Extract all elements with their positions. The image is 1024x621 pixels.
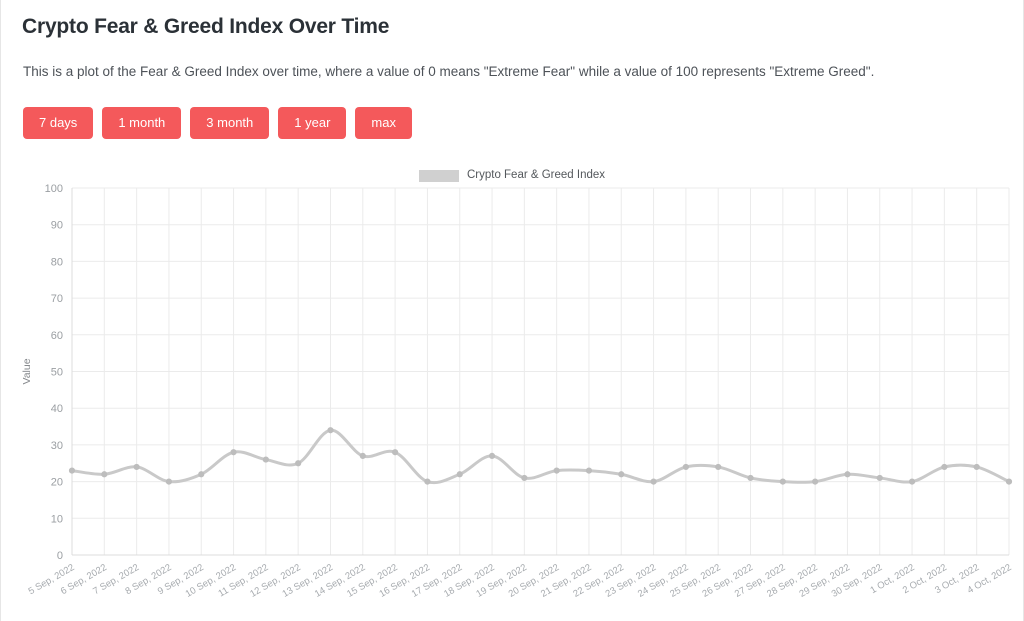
y-axis-tick-label: 0 xyxy=(57,550,63,562)
range-button-3-month[interactable]: 3 month xyxy=(190,107,270,139)
data-point-marker[interactable] xyxy=(876,474,883,482)
data-point-marker[interactable] xyxy=(327,427,334,434)
line-chart-svg[interactable]: 01020304050607080901005 Sep, 20226 Sep, … xyxy=(0,160,1024,621)
data-point-marker[interactable] xyxy=(973,463,980,471)
range-button-max[interactable]: max xyxy=(355,107,412,139)
data-point-marker[interactable] xyxy=(68,467,76,474)
data-point-marker[interactable] xyxy=(488,452,496,460)
y-axis-tick-label: 40 xyxy=(51,403,63,415)
series-line xyxy=(70,428,1011,485)
data-point-marker[interactable] xyxy=(650,478,657,485)
y-axis-tick-label: 100 xyxy=(45,183,63,195)
data-point-marker[interactable] xyxy=(359,452,366,460)
y-axis-tick-label: 20 xyxy=(51,477,63,489)
data-point-marker[interactable] xyxy=(844,471,851,478)
fear-greed-page: Crypto Fear & Greed Index Over Time This… xyxy=(0,0,1024,621)
data-point-marker[interactable] xyxy=(1005,478,1013,485)
y-axis-tick-label: 30 xyxy=(51,440,63,452)
data-point-marker[interactable] xyxy=(585,467,593,474)
data-point-marker[interactable] xyxy=(812,478,819,485)
data-point-marker[interactable] xyxy=(101,471,108,478)
y-axis-tick-label: 80 xyxy=(51,256,63,268)
chart-container: Crypto Fear & Greed Index 0 10 20 30 40 50 60 7… xyxy=(0,160,1024,621)
y-axis-tick-label: 90 xyxy=(51,220,63,232)
data-point-marker[interactable] xyxy=(424,478,431,485)
range-button-1-year[interactable]: 1 year xyxy=(278,107,347,139)
data-point-marker[interactable] xyxy=(941,463,948,471)
y-axis-tick-label: 60 xyxy=(51,330,63,342)
y-axis-tick-label: 50 xyxy=(51,367,63,379)
y-axis-tick-label: 70 xyxy=(51,293,63,305)
data-point-marker[interactable] xyxy=(618,471,625,478)
data-point-marker[interactable] xyxy=(456,471,463,478)
data-point-marker[interactable] xyxy=(295,460,302,467)
data-point-marker[interactable] xyxy=(553,467,560,474)
data-point-marker[interactable] xyxy=(521,474,528,482)
page-description: This is a plot of the Fear & Greed Index… xyxy=(23,64,875,79)
data-point-marker[interactable] xyxy=(262,456,269,463)
data-point-marker[interactable] xyxy=(682,463,689,471)
data-point-marker[interactable] xyxy=(779,478,786,485)
data-point-marker[interactable] xyxy=(908,478,916,485)
data-point-marker[interactable] xyxy=(747,474,754,482)
y-axis-title: Value xyxy=(21,358,33,384)
y-axis-tick-label: 10 xyxy=(51,513,63,525)
range-button-7-days[interactable]: 7 days xyxy=(23,107,94,139)
data-point-marker[interactable] xyxy=(392,449,399,456)
data-point-marker[interactable] xyxy=(198,471,205,478)
range-button-1-month[interactable]: 1 month xyxy=(102,107,182,139)
page-title: Crypto Fear & Greed Index Over Time xyxy=(22,15,390,38)
range-button-group: 7 days 1 month 3 month 1 year max xyxy=(23,107,412,139)
data-point-marker[interactable] xyxy=(230,449,237,456)
data-point-marker[interactable] xyxy=(133,463,140,471)
data-point-marker[interactable] xyxy=(165,478,173,485)
data-point-marker[interactable] xyxy=(715,463,722,471)
